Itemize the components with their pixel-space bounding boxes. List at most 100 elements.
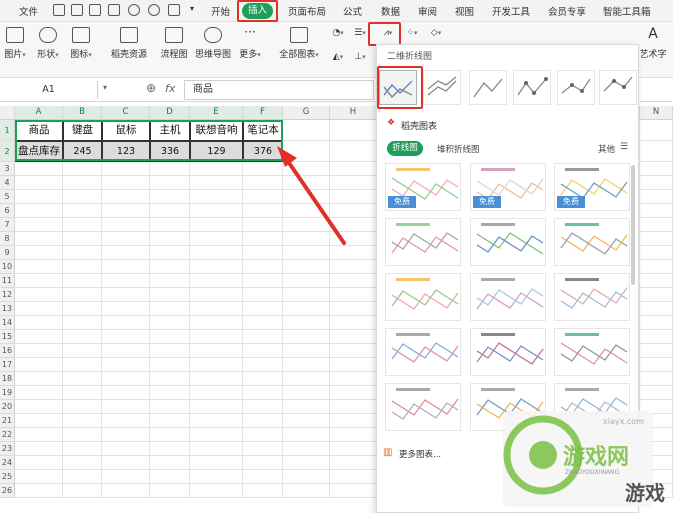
empty-cell[interactable] <box>283 246 330 260</box>
empty-cell[interactable] <box>640 190 673 204</box>
row-header[interactable]: 11 <box>0 274 15 288</box>
empty-cell[interactable] <box>150 484 190 498</box>
empty-cell[interactable] <box>330 218 377 232</box>
empty-cell[interactable] <box>63 344 102 358</box>
empty-cell[interactable] <box>640 428 673 442</box>
empty-cell[interactable] <box>190 484 243 498</box>
empty-cell[interactable] <box>150 204 190 218</box>
empty-cell[interactable] <box>190 428 243 442</box>
empty-cell[interactable] <box>102 400 150 414</box>
empty-cell[interactable] <box>150 302 190 316</box>
row-header[interactable]: 6 <box>0 204 15 218</box>
empty-cell[interactable] <box>190 400 243 414</box>
chart-template[interactable] <box>470 273 546 321</box>
empty-cell[interactable] <box>190 274 243 288</box>
radar-chart-icon[interactable]: ◇▾ <box>428 28 444 38</box>
empty-cell[interactable] <box>102 428 150 442</box>
empty-cell[interactable] <box>283 176 330 190</box>
row-header[interactable]: 1 <box>0 120 15 141</box>
empty-cell[interactable] <box>63 316 102 330</box>
chart-template[interactable] <box>385 273 461 321</box>
empty-cell[interactable] <box>190 470 243 484</box>
chart-template[interactable] <box>554 218 630 266</box>
empty-cell[interactable] <box>330 274 377 288</box>
table-header-cell[interactable]: 笔记本 <box>243 120 283 141</box>
empty-cell[interactable] <box>330 428 377 442</box>
empty-cell[interactable] <box>102 218 150 232</box>
empty-cell[interactable] <box>243 218 283 232</box>
empty-cell[interactable] <box>640 414 673 428</box>
row-header[interactable]: 9 <box>0 246 15 260</box>
empty-cell[interactable] <box>640 330 673 344</box>
chart-template[interactable] <box>470 328 546 376</box>
empty-cell[interactable] <box>330 141 377 162</box>
empty-cell[interactable] <box>640 288 673 302</box>
empty-cell[interactable] <box>15 232 63 246</box>
empty-cell[interactable] <box>243 400 283 414</box>
empty-cell[interactable] <box>640 274 673 288</box>
chart-template[interactable] <box>470 218 546 266</box>
row-header[interactable]: 19 <box>0 386 15 400</box>
empty-cell[interactable] <box>15 330 63 344</box>
area-chart-icon[interactable]: ◭▾ <box>330 52 346 62</box>
empty-cell[interactable] <box>330 162 377 176</box>
empty-cell[interactable] <box>190 372 243 386</box>
empty-cell[interactable] <box>102 260 150 274</box>
all-charts-button[interactable]: 全部图表▾ <box>275 24 323 60</box>
tab-developer[interactable]: 开发工具 <box>492 4 530 18</box>
empty-cell[interactable] <box>243 414 283 428</box>
empty-cell[interactable] <box>63 274 102 288</box>
empty-cell[interactable] <box>150 428 190 442</box>
tab-data[interactable]: 数据 <box>381 4 400 18</box>
empty-cell[interactable] <box>640 302 673 316</box>
empty-cell[interactable] <box>15 260 63 274</box>
chart-template[interactable] <box>385 328 461 376</box>
empty-cell[interactable] <box>283 330 330 344</box>
print-icon[interactable] <box>89 4 101 16</box>
empty-cell[interactable] <box>102 302 150 316</box>
empty-cell[interactable] <box>283 288 330 302</box>
empty-cell[interactable] <box>243 232 283 246</box>
empty-cell[interactable] <box>283 274 330 288</box>
empty-cell[interactable] <box>102 288 150 302</box>
empty-cell[interactable] <box>640 204 673 218</box>
table-header-cell[interactable]: 主机 <box>150 120 190 141</box>
row-header[interactable]: 26 <box>0 484 15 498</box>
chart-template[interactable] <box>385 383 461 431</box>
format-painter-icon[interactable] <box>168 4 180 16</box>
empty-cell[interactable] <box>102 330 150 344</box>
empty-cell[interactable] <box>102 414 150 428</box>
empty-cell[interactable] <box>15 400 63 414</box>
table-data-cell[interactable]: 129 <box>190 141 243 162</box>
empty-cell[interactable] <box>243 372 283 386</box>
empty-cell[interactable] <box>243 190 283 204</box>
empty-cell[interactable] <box>15 162 63 176</box>
empty-cell[interactable] <box>330 456 377 470</box>
empty-cell[interactable] <box>330 260 377 274</box>
column-header[interactable]: E <box>190 106 243 120</box>
empty-cell[interactable] <box>640 386 673 400</box>
empty-cell[interactable] <box>283 400 330 414</box>
tab-smart-toolbox[interactable]: 智能工具箱 <box>603 4 651 18</box>
empty-cell[interactable] <box>150 190 190 204</box>
empty-cell[interactable] <box>243 260 283 274</box>
empty-cell[interactable] <box>330 470 377 484</box>
empty-cell[interactable] <box>63 218 102 232</box>
empty-cell[interactable] <box>243 442 283 456</box>
column-header[interactable]: H <box>330 106 377 120</box>
empty-cell[interactable] <box>243 470 283 484</box>
empty-cell[interactable] <box>63 330 102 344</box>
empty-cell[interactable] <box>330 442 377 456</box>
empty-cell[interactable] <box>63 414 102 428</box>
empty-cell[interactable] <box>330 484 377 498</box>
chart-template[interactable] <box>470 383 546 431</box>
empty-cell[interactable] <box>640 344 673 358</box>
empty-cell[interactable] <box>63 204 102 218</box>
column-header[interactable]: C <box>102 106 150 120</box>
empty-cell[interactable] <box>243 428 283 442</box>
empty-cell[interactable] <box>190 330 243 344</box>
row-header[interactable]: 12 <box>0 288 15 302</box>
empty-cell[interactable] <box>63 456 102 470</box>
empty-cell[interactable] <box>640 246 673 260</box>
empty-cell[interactable] <box>190 442 243 456</box>
